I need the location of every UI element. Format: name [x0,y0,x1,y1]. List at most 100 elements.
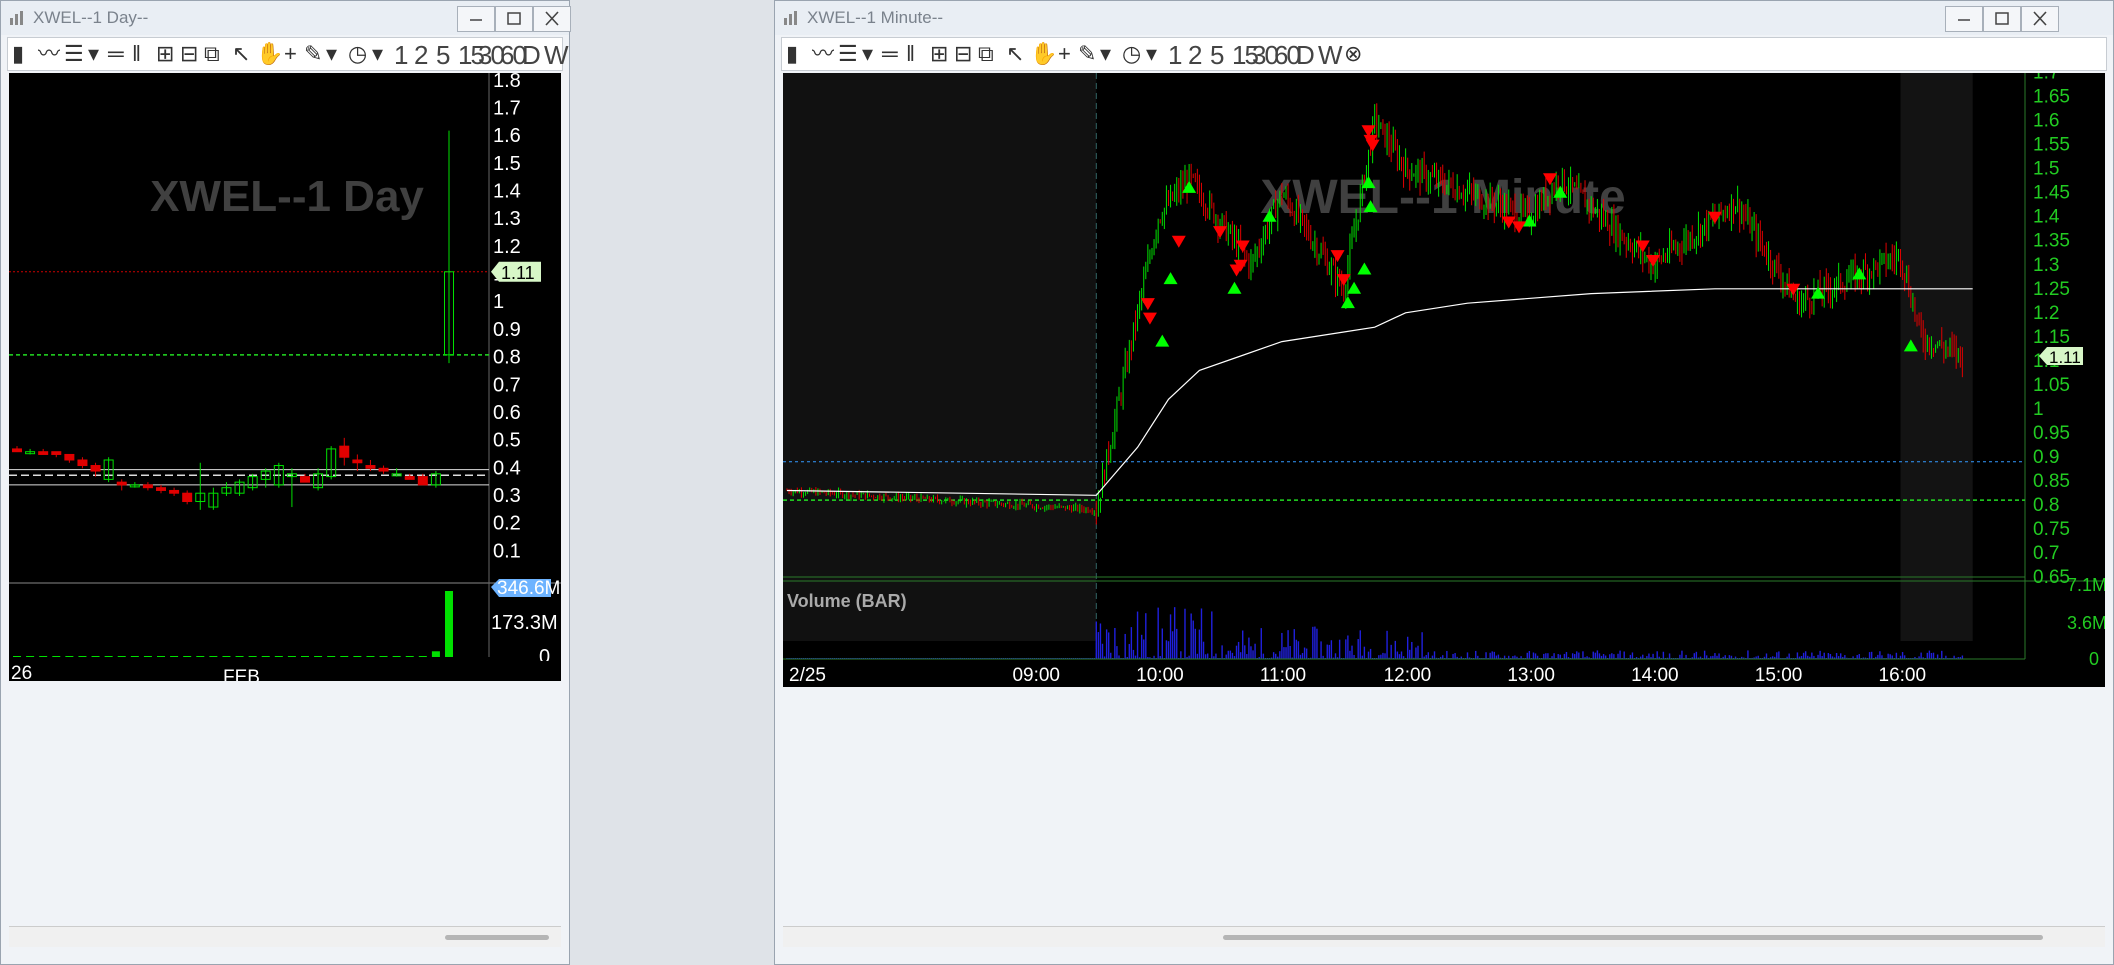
crosshair-icon[interactable]: + [284,43,297,65]
volume-bar [1648,653,1650,659]
sell-signal-icon [1512,221,1527,234]
clock-icon[interactable]: ◷ [1122,43,1141,65]
vertical-lines-icon[interactable]: ‖ [132,43,141,65]
volume-bar [157,656,165,657]
minimize-button[interactable] [457,6,495,32]
hand-icon[interactable]: ✋ [1030,43,1057,65]
maximize-button[interactable] [1983,6,2021,32]
candle-chart-icon[interactable]: ☰ [64,43,84,65]
close-button[interactable] [533,6,571,32]
volume-bar [1598,653,1601,659]
line-chart-icon[interactable]: 〰 [38,43,60,65]
scrollbar-thumb[interactable] [1223,935,2043,940]
volume-bar [1563,653,1566,659]
volume-bar [1604,655,1607,659]
close-button[interactable] [2021,6,2059,32]
horizontal-lines-icon[interactable]: ═ [882,43,898,65]
dropdown-arrow-icon[interactable]: ▾ [862,43,873,65]
volume-bar [1543,653,1545,659]
dropdown-arrow-icon[interactable]: ▾ [372,43,383,65]
volume-bar [1099,623,1102,659]
volume-bar [1314,626,1316,659]
price-tick-label: 1 [2033,399,2044,420]
horizontal-scrollbar[interactable] [783,926,2105,947]
volume-bar [1427,652,1430,659]
candle-chart-icon[interactable]: ☰ [838,43,858,65]
volume-tick-label: 173.3M [491,612,558,634]
dropdown-arrow-icon[interactable]: ▾ [1100,43,1111,65]
horizontal-scrollbar[interactable] [9,926,561,947]
window-titlebar[interactable]: XWEL--1 Day-- [1,1,571,35]
volume-bar [1252,650,1254,659]
dropdown-arrow-icon[interactable]: ▾ [1146,43,1157,65]
volume-bar [1305,648,1308,659]
volume-bar [1338,639,1341,659]
volume-bar [1380,654,1382,659]
volume-bar [1728,655,1731,659]
volume-bar [1204,654,1207,659]
timeframe-5-button[interactable]: 5 [1210,42,1225,68]
timeframe-W-button[interactable]: W [544,42,569,68]
volume-bar [1559,654,1561,659]
price-tick-label: 1.2 [493,236,521,258]
fit-icon[interactable]: ⧉ [204,43,220,65]
window-titlebar[interactable]: XWEL--1 Minute-- [775,1,2113,35]
candle-body [365,465,376,469]
pointer-icon[interactable]: ↖ [232,43,250,65]
volume-bar [1576,651,1578,659]
bar-chart-icon[interactable]: ▮ [786,43,798,65]
volume-bar [1442,655,1444,659]
volume-bar [1143,639,1145,659]
minute-chart-area[interactable]: XWEL--1 Minute 1.7 1.65 1.6 1.55 1.5 1.45 1.4 1.… [783,63,2107,923]
timeframe-1-button[interactable]: 1 [394,42,409,68]
volume-bar [1526,652,1528,659]
volume-bar [1246,654,1248,659]
sell-signal-icon [1786,283,1801,296]
timeframe-2-button[interactable]: 2 [1188,42,1203,68]
volume-bar [1844,655,1846,659]
pencil-icon[interactable]: ✎ [1078,43,1096,65]
zoom-out-icon[interactable]: ⊟ [954,43,972,65]
pointer-icon[interactable]: ↖ [1006,43,1024,65]
timeframe-D-button[interactable]: D [1296,42,1315,68]
timeframe-5-button[interactable]: 5 [436,42,451,68]
volume-bar [1248,637,1250,659]
crosshair-icon[interactable]: + [1058,43,1071,65]
dropdown-arrow-icon[interactable]: ▾ [88,43,99,65]
timeframe-D-button[interactable]: D [522,42,541,68]
line-chart-icon[interactable]: 〰 [812,43,834,65]
timeframe-2-button[interactable]: 2 [414,42,429,68]
volume-bar [1386,630,1388,659]
volume-bar [104,656,113,657]
volume-bar [1157,607,1159,659]
close-circle-icon[interactable]: ⊗ [1344,43,1362,65]
horizontal-lines-icon[interactable]: ═ [108,43,124,65]
price-tick-label: 1.6 [493,125,521,147]
sell-signal-icon [1140,298,1155,311]
volume-bar [1283,647,1285,659]
maximize-button[interactable] [495,6,533,32]
timeframe-W-button[interactable]: W [1318,42,1343,68]
clock-icon[interactable]: ◷ [348,43,367,65]
volume-bar [1718,653,1720,659]
minimize-button[interactable] [1945,6,1983,32]
volume-bar [1930,652,1933,659]
volume-bar [1856,655,1858,659]
price-tick-label: 1.5 [493,153,521,175]
zoom-out-icon[interactable]: ⊟ [180,43,198,65]
timeframe-1-button[interactable]: 1 [1168,42,1183,68]
zoom-in-icon[interactable]: ⊞ [930,43,948,65]
hand-icon[interactable]: ✋ [256,43,283,65]
zoom-in-icon[interactable]: ⊞ [156,43,174,65]
bar-chart-icon[interactable]: ▮ [12,43,24,65]
scrollbar-thumb[interactable] [445,935,549,940]
dropdown-arrow-icon[interactable]: ▾ [326,43,337,65]
fit-icon[interactable]: ⧉ [978,43,994,65]
volume-bar [1244,645,1246,659]
daily-chart-area[interactable]: XWEL--1 Day 1.8 1.7 1.6 1.5 1.4 1.3 1.2 1.11 0.9 0… [9,70,561,919]
volume-bar [405,656,414,657]
pencil-icon[interactable]: ✎ [304,43,322,65]
volume-bar [1714,653,1716,659]
vertical-lines-icon[interactable]: ‖ [906,43,915,65]
time-axis-label: 11:00 [1260,665,1306,686]
